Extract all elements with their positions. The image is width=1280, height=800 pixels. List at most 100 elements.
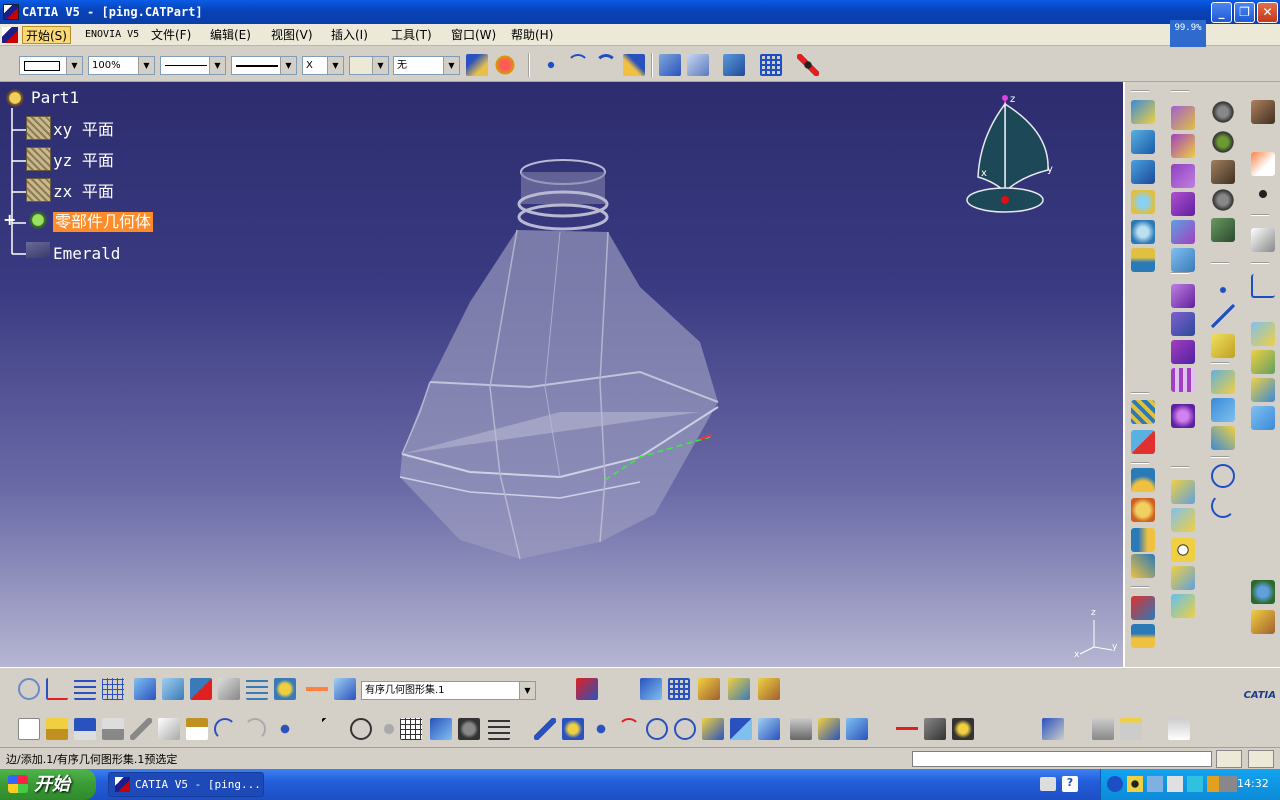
linetype-combo[interactable]: ▼ — [160, 56, 226, 75]
catia-menu-icon[interactable] — [2, 27, 18, 43]
catalog-icon[interactable] — [1211, 218, 1235, 242]
fillet-icon[interactable] — [1131, 468, 1155, 492]
light-bulb-icon[interactable] — [378, 718, 400, 740]
close-button[interactable]: ✕ — [1257, 2, 1278, 23]
law-chart-icon[interactable] — [1251, 274, 1275, 298]
generative-shape-icon[interactable] — [1251, 100, 1275, 124]
shaft-icon[interactable] — [1171, 164, 1195, 188]
formula-fx-icon[interactable] — [322, 718, 344, 740]
tile-icon[interactable] — [1092, 718, 1114, 740]
snap-icon[interactable] — [1251, 182, 1275, 206]
network-icon[interactable] — [1147, 776, 1163, 792]
axis-system-icon[interactable] — [1131, 596, 1155, 620]
join-icon[interactable] — [1131, 400, 1155, 424]
measure-inertia-icon[interactable] — [952, 718, 974, 740]
paint-brush-icon[interactable] — [466, 54, 488, 76]
menu-start[interactable]: 开始(S) — [22, 26, 71, 44]
stack-icon[interactable] — [728, 678, 750, 700]
measure-between-icon[interactable] — [896, 718, 918, 740]
new-file-icon[interactable] — [18, 718, 40, 740]
plane-icon[interactable] — [26, 116, 51, 140]
parallel-curve-icon[interactable] — [1211, 426, 1235, 450]
fly-mode-icon[interactable] — [534, 718, 556, 740]
law-icon[interactable] — [1131, 624, 1155, 648]
grid-icon[interactable] — [102, 678, 124, 700]
plane-icon[interactable] — [26, 178, 51, 202]
geometric-set-icon[interactable] — [334, 678, 356, 700]
antivirus-icon[interactable] — [1187, 776, 1203, 792]
keyboard-icon[interactable] — [1040, 777, 1056, 791]
apply-material-icon[interactable] — [494, 54, 516, 76]
render-style-combo[interactable]: ▼ — [349, 56, 389, 75]
print-icon[interactable] — [102, 718, 124, 740]
assembly-icon[interactable] — [723, 54, 745, 76]
circle-icon[interactable] — [1211, 464, 1235, 488]
extrapolate-icon[interactable] — [1131, 554, 1155, 578]
plane-icon[interactable] — [26, 147, 51, 171]
quick-view-icon[interactable] — [730, 718, 752, 740]
split-icon[interactable] — [1131, 430, 1155, 454]
house-icon[interactable] — [758, 678, 780, 700]
cut-icon[interactable] — [130, 718, 152, 740]
normal-view-icon[interactable] — [702, 718, 724, 740]
close-surface-icon[interactable] — [1171, 248, 1195, 272]
tree-item-part-body[interactable]: 零部件几何体 — [53, 212, 154, 232]
pattern-icon[interactable] — [1171, 368, 1195, 392]
color-combo[interactable]: ▼ — [19, 56, 83, 75]
sketcher-icon[interactable] — [1251, 228, 1275, 252]
menu-insert[interactable]: 插入(I) — [328, 26, 371, 44]
compass-tool-icon[interactable] — [797, 54, 819, 76]
menu-file[interactable]: 文件(F) — [148, 26, 194, 44]
rule-icon[interactable] — [1251, 378, 1275, 402]
body-insert-icon[interactable] — [134, 678, 156, 700]
save-icon[interactable] — [74, 718, 96, 740]
groove-icon[interactable] — [1171, 192, 1195, 216]
start-button[interactable]: 开始 — [0, 769, 96, 800]
intersection-icon[interactable] — [1211, 398, 1235, 422]
zoom-combo[interactable]: 100% ▼ — [88, 56, 155, 75]
settings-gear-icon[interactable] — [1211, 188, 1235, 212]
boolean-icon[interactable] — [1171, 404, 1195, 428]
isometric-view-icon[interactable] — [758, 718, 780, 740]
expand-plus-icon[interactable]: + — [3, 212, 17, 228]
menu-help[interactable]: 帮助(H) — [508, 26, 556, 44]
arc-icon[interactable] — [595, 54, 617, 76]
select-arrow-icon[interactable] — [1251, 152, 1275, 176]
taskbar-catia-button[interactable]: CATIA V5 - [ping... — [108, 772, 264, 797]
sketch-icon[interactable] — [1211, 100, 1235, 124]
rotate-icon[interactable] — [618, 718, 640, 740]
maximize-button[interactable]: ❐ — [1234, 2, 1255, 23]
status-button-1[interactable] — [1216, 750, 1242, 768]
grid-icon[interactable] — [760, 54, 782, 76]
swap-icon[interactable] — [218, 678, 240, 700]
part-gear-icon[interactable] — [4, 87, 26, 109]
cube-wire-icon[interactable] — [687, 54, 709, 76]
point-icon[interactable] — [540, 54, 562, 76]
menu-enovia[interactable]: ENOVIA V5 — [82, 26, 142, 44]
title-bar[interactable]: CATIA V5 - [ping.CATPart] _ ❐ ✕ — [0, 0, 1280, 24]
define-work-object-icon[interactable] — [274, 678, 296, 700]
body-gear-icon[interactable] — [27, 209, 49, 231]
multi-section-icon[interactable] — [1131, 220, 1155, 244]
hierarchy-icon[interactable] — [430, 718, 452, 740]
3d-compass[interactable] — [966, 95, 1049, 213]
menu-window[interactable]: 窗口(W) — [448, 26, 499, 44]
update-icon[interactable] — [18, 678, 40, 700]
formula-icon[interactable] — [1251, 350, 1275, 374]
redo-icon[interactable] — [244, 718, 266, 740]
qq-icon[interactable] — [1127, 776, 1143, 792]
point-icon[interactable] — [1211, 278, 1235, 302]
paste-icon[interactable] — [186, 718, 208, 740]
spline-icon[interactable] — [567, 54, 589, 76]
hole-icon[interactable] — [1171, 538, 1195, 562]
multiple-selection-icon[interactable] — [640, 678, 662, 700]
3d-viewport[interactable]: Part1 xy 平面 yz 平面 zx 平面 + 零部件几何体 Emerald… — [0, 82, 1123, 667]
line-icon[interactable] — [1211, 304, 1235, 328]
status-button-2[interactable] — [1248, 750, 1274, 768]
plane-tool-icon[interactable] — [1211, 334, 1235, 358]
solid-cube-icon[interactable] — [1171, 284, 1195, 308]
back-arrow-icon[interactable] — [1107, 776, 1123, 792]
lock-icon[interactable] — [458, 718, 480, 740]
tree-item-xy-plane[interactable]: xy 平面 — [53, 120, 114, 140]
copy-table-icon[interactable] — [698, 678, 720, 700]
